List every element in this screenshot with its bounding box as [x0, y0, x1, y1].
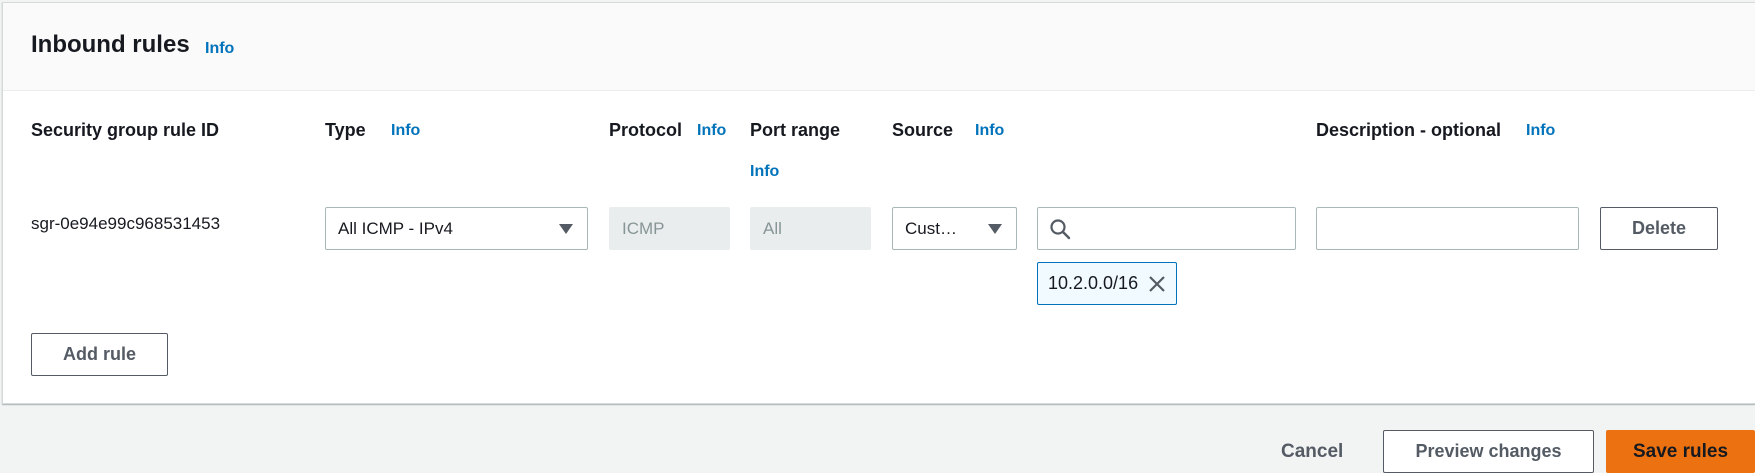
type-info-link[interactable]: Info	[391, 122, 420, 140]
source-token: 10.2.0.0/16	[1037, 262, 1178, 305]
source-type-select[interactable]: Cust…	[892, 207, 1017, 250]
column-header-rule-id: Security group rule ID	[31, 120, 220, 140]
description-input[interactable]	[1316, 207, 1579, 250]
source-info-link[interactable]: Info	[975, 122, 1004, 140]
type-select-value: All ICMP - IPv4	[338, 219, 453, 238]
panel-info-link[interactable]: Info	[205, 40, 234, 58]
description-info-link[interactable]: Info	[1526, 122, 1555, 140]
source-search-input[interactable]	[1037, 207, 1296, 250]
protocol-field: ICMP	[609, 207, 730, 250]
inbound-rules-panel: Inbound rules Info Security group rule I…	[2, 2, 1755, 404]
chevron-down-icon	[559, 224, 573, 234]
port-range-info-link[interactable]: Info	[750, 163, 779, 181]
preview-changes-button[interactable]: Preview changes	[1383, 430, 1594, 473]
column-header-type: Type	[325, 120, 366, 140]
save-rules-button[interactable]: Save rules	[1606, 430, 1755, 473]
column-header-description: Description - optional	[1316, 120, 1502, 140]
type-select[interactable]: All ICMP - IPv4	[325, 207, 588, 250]
source-select-value: Cust…	[905, 219, 957, 238]
cancel-button[interactable]: Cancel	[1281, 441, 1343, 463]
protocol-info-link[interactable]: Info	[697, 122, 726, 140]
port-range-field: All	[750, 207, 871, 250]
column-header-port-range: Port range	[750, 120, 841, 140]
close-icon[interactable]	[1148, 275, 1166, 293]
panel-title: Inbound rules	[31, 31, 190, 58]
column-header-protocol: Protocol	[609, 120, 683, 140]
source-search	[1037, 207, 1296, 250]
source-token-label: 10.2.0.0/16	[1048, 273, 1139, 293]
panel-header: Inbound rules Info	[3, 3, 1755, 91]
add-rule-button[interactable]: Add rule	[31, 333, 168, 376]
delete-rule-button[interactable]: Delete	[1600, 207, 1718, 250]
rule-id-text: sgr-0e94e99c968531453	[31, 214, 221, 233]
column-header-source: Source	[892, 120, 954, 140]
chevron-down-icon	[988, 224, 1002, 234]
search-icon	[1050, 219, 1071, 240]
